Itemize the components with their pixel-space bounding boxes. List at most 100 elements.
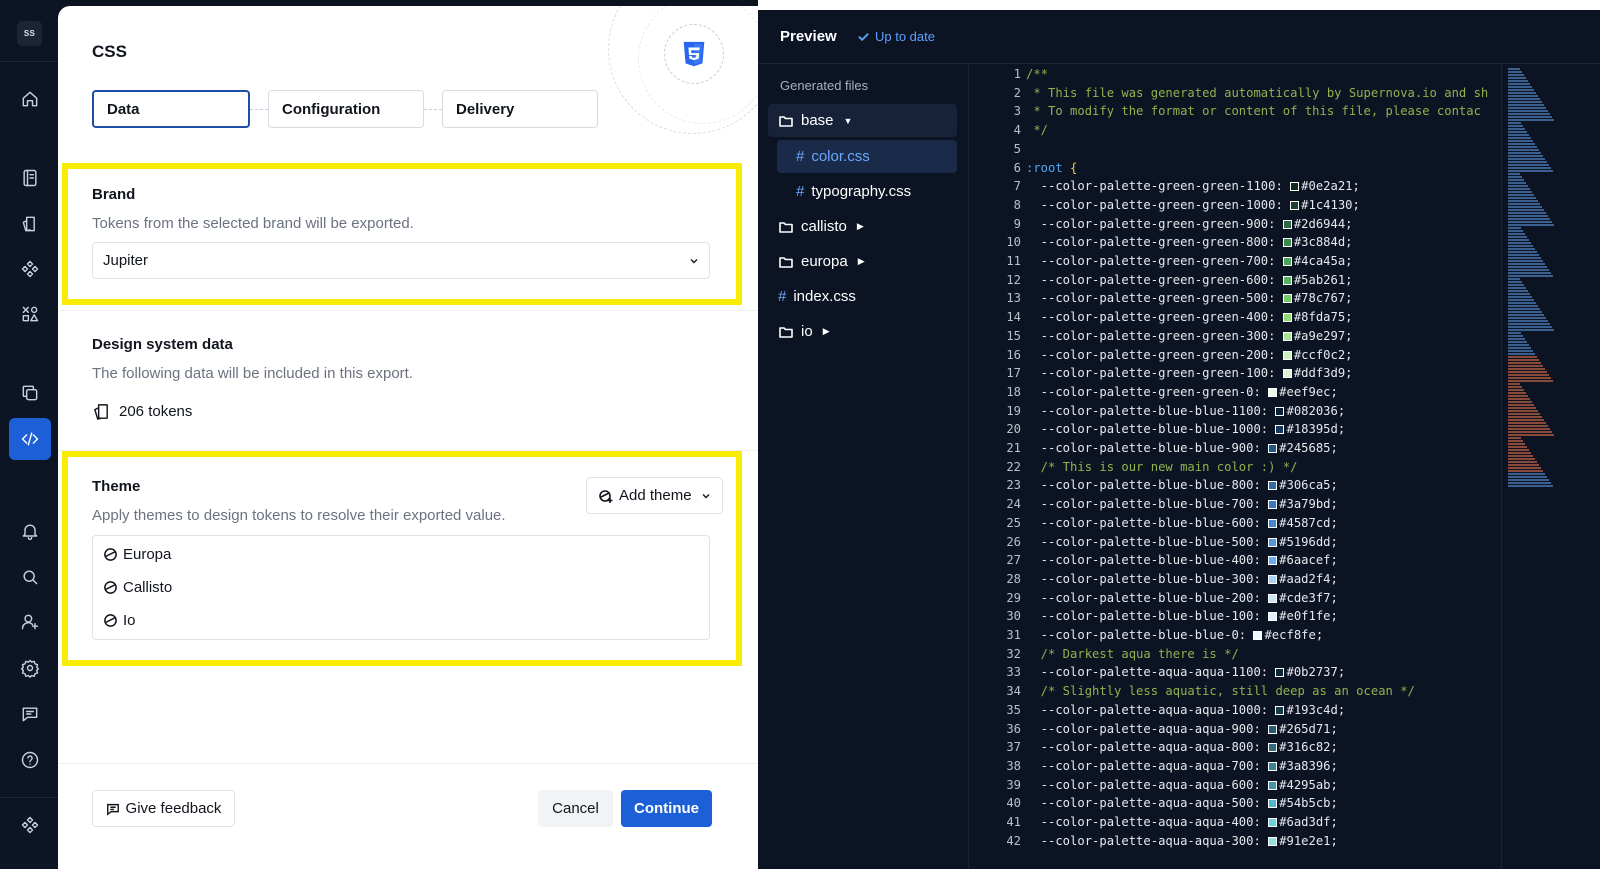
code-editor[interactable]: 1 /** 2 * This file was generated automati… — [969, 64, 1501, 869]
minimap-line — [1508, 164, 1549, 166]
line-number: 28 — [1006, 571, 1021, 586]
step-data[interactable]: Data — [92, 90, 250, 128]
minimap-line — [1508, 446, 1527, 448]
documents-icon — [22, 216, 35, 232]
line-number: 4 — [1013, 123, 1021, 138]
minimap-line — [1508, 137, 1531, 139]
minimap-line — [1508, 380, 1553, 382]
minimap-line — [1508, 404, 1534, 406]
minimap-line — [1508, 257, 1541, 259]
continue-button[interactable]: Continue — [621, 790, 712, 827]
tree-file-index-css[interactable]: # index.css — [768, 280, 957, 313]
nav-invite[interactable] — [9, 601, 51, 643]
assets-icon — [22, 306, 39, 322]
tree-item-label: europa — [801, 253, 848, 270]
minimap-line — [1508, 422, 1546, 424]
code-line: --color-palette-blue-blue-0: #ecf8fe; — [1026, 628, 1324, 642]
tree-file-color-css[interactable]: # color.css — [777, 140, 957, 173]
minimap-line — [1508, 86, 1532, 88]
minimap-line — [1508, 374, 1549, 376]
cancel-button[interactable]: Cancel — [538, 790, 613, 827]
code-line: --color-palette-blue-blue-700: #3a79bd; — [1026, 497, 1338, 512]
line-number: 9 — [1013, 216, 1021, 231]
minimap-line — [1508, 425, 1548, 427]
color-swatch — [1268, 387, 1278, 397]
minimap-line — [1508, 179, 1524, 181]
minimap-line — [1508, 377, 1551, 379]
nav-documentation[interactable] — [9, 157, 51, 199]
code-minimap[interactable] — [1501, 64, 1600, 869]
minimap-line — [1508, 317, 1546, 319]
theme-item-europa[interactable]: Europa — [103, 546, 171, 563]
nav-settings[interactable] — [9, 647, 51, 689]
line-number: 10 — [1006, 235, 1021, 250]
status-badge: Up to date — [857, 29, 935, 44]
minimap-line — [1508, 275, 1553, 277]
css3-icon — [683, 41, 705, 67]
workspace-logo[interactable]: SS — [17, 21, 42, 46]
feedback-icon — [106, 803, 119, 816]
minimap-line — [1508, 482, 1551, 484]
give-feedback-button[interactable]: Give feedback — [92, 790, 235, 827]
minimap-line — [1508, 287, 1526, 289]
code-line: --color-palette-blue-blue-500: #5196dd; — [1026, 534, 1338, 549]
footer-divider — [58, 763, 758, 764]
line-number: 22 — [1006, 459, 1021, 474]
tree-folder-europa[interactable]: europa ▶ — [768, 245, 957, 278]
nav-copy[interactable] — [9, 372, 51, 414]
caret-down-icon: ▼ — [843, 115, 853, 126]
color-swatch — [1268, 799, 1278, 809]
nav-assets[interactable] — [9, 293, 51, 335]
minimap-line — [1508, 80, 1528, 82]
section-divider — [58, 310, 758, 311]
minimap-line — [1508, 365, 1543, 367]
tree-file-typography-css[interactable]: # typography.css — [777, 175, 957, 208]
color-swatch — [1282, 238, 1292, 248]
tree-folder-io[interactable]: io ▶ — [768, 315, 957, 348]
line-number: 5 — [1013, 141, 1021, 156]
minimap-line — [1508, 329, 1554, 331]
minimap-line — [1508, 83, 1530, 85]
color-swatch — [1268, 724, 1278, 734]
theme-item-io[interactable]: Io — [103, 612, 136, 629]
nav-search[interactable] — [9, 556, 51, 598]
step-delivery[interactable]: Delivery — [442, 90, 598, 128]
nav-home[interactable] — [9, 78, 51, 120]
minimap-line — [1508, 92, 1536, 94]
add-theme-button[interactable]: Add theme — [586, 477, 723, 514]
color-swatch — [1268, 574, 1278, 584]
nav-supernova[interactable] — [9, 804, 51, 846]
minimap-line — [1508, 221, 1552, 223]
nav-notifications[interactable] — [9, 510, 51, 552]
code-line: --color-palette-blue-blue-800: #306ca5; — [1026, 478, 1338, 493]
minimap-line — [1508, 395, 1528, 397]
code-line: --color-palette-green-green-0: #eef9ec; — [1026, 384, 1338, 399]
brand-select[interactable]: Jupiter — [92, 242, 710, 279]
color-swatch — [1268, 556, 1278, 566]
nav-code[interactable] — [9, 418, 51, 460]
minimap-line — [1508, 431, 1552, 433]
line-number: 42 — [1006, 833, 1021, 848]
nav-tokens[interactable] — [9, 203, 51, 245]
left-rail: SS — [0, 0, 58, 869]
theme-item-callisto[interactable]: Callisto — [103, 579, 172, 596]
code-line: --color-palette-aqua-aqua-1000: #193c4d; — [1026, 702, 1346, 717]
minimap-line — [1508, 206, 1542, 208]
line-number: 18 — [1006, 384, 1021, 399]
minimap-line — [1508, 116, 1552, 118]
tree-folder-base[interactable]: base ▼ — [768, 104, 957, 137]
minimap-line — [1508, 353, 1535, 355]
minimap-line — [1508, 146, 1537, 148]
minimap-line — [1508, 143, 1535, 145]
nav-chat[interactable] — [9, 693, 51, 735]
nav-help[interactable] — [9, 739, 51, 781]
nav-components[interactable] — [9, 248, 51, 290]
minimap-line — [1508, 473, 1545, 475]
color-swatch — [1268, 612, 1278, 622]
minimap-line — [1508, 113, 1550, 115]
tree-folder-callisto[interactable]: callisto ▶ — [768, 210, 957, 243]
help-icon — [21, 751, 39, 769]
step-configuration[interactable]: Configuration — [268, 90, 424, 128]
theme-icon — [104, 548, 117, 561]
color-swatch — [1282, 331, 1292, 341]
